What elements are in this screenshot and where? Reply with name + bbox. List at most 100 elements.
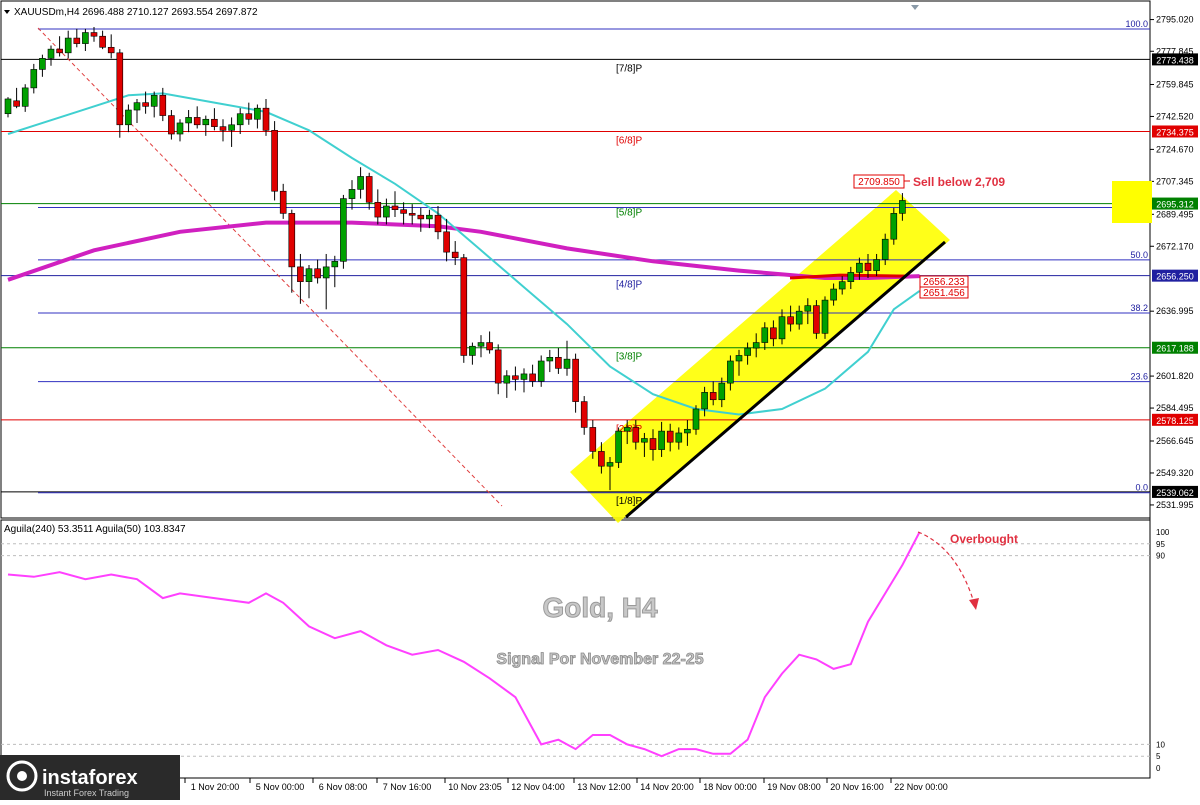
fib-level-label: 50.0: [1130, 250, 1148, 260]
candle-body: [692, 408, 700, 430]
candle-body: [159, 94, 167, 116]
price-tick-label: 2584.495: [1156, 403, 1194, 413]
candle-body: [288, 213, 296, 268]
candle-body: [443, 231, 450, 253]
candle-body: [838, 281, 846, 290]
oscillator-tick-label: 95: [1156, 540, 1165, 549]
candle-body: [56, 48, 63, 54]
candle-body: [262, 107, 270, 131]
candle-body: [176, 122, 184, 135]
price-tick-label: 2566.645: [1156, 436, 1194, 446]
price-tick-label: 2531.995: [1156, 500, 1194, 510]
candle-body: [279, 190, 287, 214]
oscillator-tick-label: 100: [1156, 528, 1170, 537]
candle-body: [90, 32, 98, 37]
candle-body: [864, 262, 872, 271]
collapse-icon[interactable]: [4, 10, 10, 14]
candle-body: [64, 37, 72, 54]
murray-level-label: [7/8]P: [616, 63, 642, 74]
price-tag-label: 2695.312: [1156, 200, 1194, 210]
candle-body: [408, 213, 416, 216]
candle-body: [400, 209, 407, 214]
time-tick-label: 12 Nov 04:00: [511, 782, 565, 792]
murray-level-label: [5/8]P: [616, 208, 642, 219]
candle-body: [761, 327, 769, 343]
candle-body: [615, 430, 622, 463]
sell-note: Sell below 2,709: [913, 175, 1005, 189]
candle-body: [649, 438, 657, 450]
murray-level-label: [6/8]P: [616, 135, 642, 146]
candle-body: [322, 266, 330, 279]
candle-body: [271, 130, 278, 192]
candle-body: [520, 373, 528, 380]
candle-body: [494, 349, 502, 384]
candle-body: [752, 342, 760, 349]
price-tag-label: 2656.250: [1156, 272, 1194, 282]
candle-body: [357, 176, 364, 190]
candle-body: [512, 375, 519, 380]
chart-title: Gold, H4: [542, 592, 658, 623]
candle-body: [856, 262, 863, 273]
candle-body: [666, 430, 674, 443]
candle-body: [236, 113, 244, 126]
price-tick-label: 2601.820: [1156, 371, 1194, 381]
candle-body: [133, 102, 141, 111]
candle-body: [572, 358, 579, 402]
candle-body: [529, 373, 536, 382]
price-tick-label: 2689.495: [1156, 209, 1194, 219]
time-tick-label: 13 Nov 12:00: [577, 782, 631, 792]
oscillator-tick-label: 10: [1156, 740, 1165, 749]
candle-body: [580, 401, 588, 428]
candle-body: [503, 375, 511, 384]
ma-value-2: 2651.456: [923, 288, 965, 299]
candle-body: [451, 251, 459, 258]
candle-body: [744, 347, 751, 356]
candle-body: [434, 214, 442, 233]
time-tick-label: 7 Nov 16:00: [383, 782, 432, 792]
candle-body: [245, 113, 253, 120]
logo-brand: instaforex: [42, 767, 138, 789]
candle-body: [623, 427, 631, 432]
candle-body: [555, 357, 562, 369]
candle-body: [469, 345, 476, 356]
candle-body: [641, 438, 648, 443]
candle-body: [21, 87, 29, 107]
candle-body: [701, 392, 708, 410]
price-tick-label: 2759.845: [1156, 79, 1194, 89]
price-tag-label: 2578.125: [1156, 416, 1194, 426]
logo-tagline: Instant Forex Trading: [44, 788, 129, 798]
candle-body: [537, 360, 545, 382]
fib-level-label: 100.0: [1125, 19, 1148, 29]
price-highlight-box: [1112, 181, 1152, 223]
price-tag-label: 2539.062: [1156, 488, 1194, 498]
candle-body: [563, 358, 571, 369]
candle-body: [684, 428, 691, 434]
candle-body: [4, 98, 12, 115]
candle-body: [107, 46, 115, 54]
candle-body: [795, 310, 803, 325]
candle-body: [305, 268, 313, 282]
candle-body: [727, 360, 734, 384]
price-tick-label: 2742.520: [1156, 111, 1194, 121]
candle-body: [116, 52, 124, 126]
candle-body: [460, 257, 468, 356]
murray-level-label: [3/8]P: [616, 352, 642, 363]
candle-body: [211, 118, 218, 127]
time-tick-label: 14 Nov 20:00: [640, 782, 694, 792]
candle-body: [39, 58, 46, 70]
candle-body: [297, 266, 304, 282]
candle-body: [13, 100, 20, 107]
oscillator-pane-frame: [0, 519, 1151, 779]
scroll-marker-icon[interactable]: [911, 5, 919, 10]
price-tick-label: 2724.670: [1156, 144, 1194, 154]
time-tick-label: 10 Nov 23:05: [448, 782, 502, 792]
candle-body: [426, 214, 433, 220]
candle-body: [348, 189, 356, 199]
candle-body: [340, 198, 347, 262]
candle-body: [374, 201, 382, 218]
candle-body: [675, 432, 683, 443]
candle-body: [73, 37, 81, 44]
sell-price-value: 2709.850: [858, 177, 900, 188]
chart-root: [7/8]P[6/8]P[5/8]P[4/8]P[3/8]P[2/8]P[1/8…: [0, 0, 1200, 800]
time-tick-label: 1 Nov 20:00: [191, 782, 240, 792]
